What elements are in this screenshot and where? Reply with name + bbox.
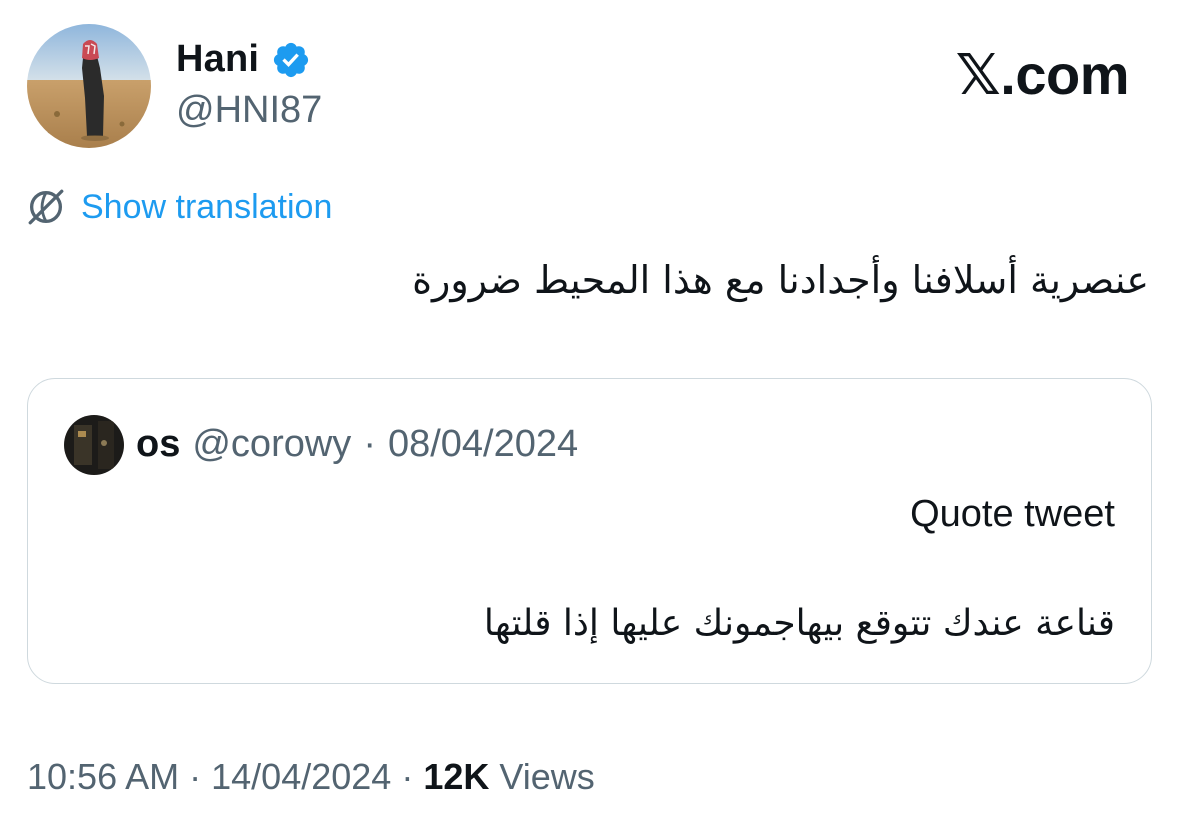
translation-row[interactable]: Show translation	[25, 186, 332, 228]
tweet-date[interactable]: 14/04/2024	[211, 756, 391, 797]
quote-author-handle[interactable]: @corowy	[192, 423, 351, 466]
quote-header: os @corowy · 08/04/2024	[136, 423, 578, 466]
views-label: Views	[499, 756, 595, 797]
quote-author-avatar[interactable]	[64, 415, 124, 475]
quote-tweet-text: قناعة عندك تتوقع بيهاجمونك عليها إذا قلت…	[483, 603, 1115, 644]
x-com-logo: 𝕏 .com	[955, 42, 1130, 108]
verified-badge-icon	[274, 42, 309, 77]
quote-date[interactable]: 08/04/2024	[388, 423, 578, 466]
author-handle[interactable]: @HNI87	[176, 89, 322, 132]
quote-tweet-label: Quote tweet	[910, 493, 1115, 535]
quote-tweet-card[interactable]: os @corowy · 08/04/2024 Quote tweet قناع…	[27, 378, 1152, 684]
views-count[interactable]: 12K	[423, 756, 489, 797]
tweet-time[interactable]: 10:56 AM	[27, 756, 179, 797]
quote-author-name[interactable]: os	[136, 423, 180, 466]
show-translation-link[interactable]: Show translation	[81, 188, 332, 227]
footer-separator: ·	[401, 756, 414, 797]
globe-translate-icon	[28, 189, 64, 225]
tweet-text: عنصرية أسلافنا وأجدادنا مع هذا المحيط ضر…	[412, 258, 1149, 302]
footer-separator: ·	[189, 756, 202, 797]
x-logo-icon: 𝕏	[955, 43, 1001, 108]
tweet-screenshot: Hani @HNI87 𝕏 .com Show translation عنصري…	[0, 0, 1179, 814]
author-name-row: Hani	[176, 38, 311, 81]
quote-separator: ·	[363, 423, 376, 465]
tweet-meta-footer: 10:56 AM · 14/04/2024 · 12K Views	[27, 756, 595, 798]
brand-suffix: .com	[1000, 43, 1129, 106]
author-display-name[interactable]: Hani	[176, 38, 259, 81]
author-avatar[interactable]	[27, 24, 151, 148]
